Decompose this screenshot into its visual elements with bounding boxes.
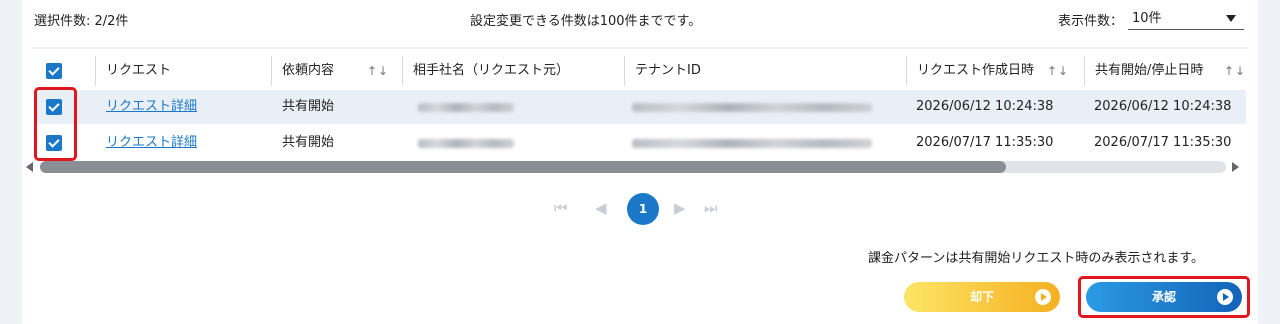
share-datetime: 2026/06/12 10:24:38 (1094, 99, 1232, 114)
display-count-label: 表示件数： (1058, 14, 1124, 29)
header-content-label: 依頼内容 (282, 63, 335, 78)
limit-notice: 設定変更できる件数は100件までです。 (470, 14, 702, 29)
chevron-down-icon (1226, 15, 1236, 22)
reject-label: 却下 (969, 290, 994, 304)
table-header: リクエスト 依頼内容 ↑↓ 相手社名（リクエスト元） テナントID リクエスト作… (34, 56, 1246, 86)
billing-note: 課金パターンは共有開始リクエスト時のみ表示されます。 (868, 251, 1205, 266)
created-datetime: 2026/06/12 10:24:38 (916, 99, 1054, 114)
request-panel: 選択件数: 2/2件 設定変更できる件数は100件までです。 表示件数： 10件… (22, 0, 1258, 324)
scrollbar-thumb[interactable] (40, 161, 1006, 173)
request-detail-link[interactable]: リクエスト詳細 (106, 99, 197, 114)
approve-button-highlight (1078, 276, 1250, 318)
request-content: 共有開始 (282, 99, 335, 114)
sort-created-icon[interactable]: ↑↓ (1047, 56, 1069, 86)
scroll-left-arrow-icon[interactable] (26, 162, 33, 172)
sort-share-icon[interactable]: ↑↓ (1224, 56, 1246, 86)
last-page-icon[interactable]: ⏭ (704, 198, 718, 218)
redacted-tenant (632, 103, 872, 112)
prev-page-icon[interactable]: ◀ (595, 198, 607, 218)
select-all-checkbox[interactable] (46, 63, 62, 79)
reject-button[interactable]: 却下 (904, 282, 1060, 312)
scroll-right-arrow-icon[interactable] (1232, 162, 1239, 172)
request-detail-link[interactable]: リクエスト詳細 (106, 135, 197, 150)
header-share-label: 共有開始/停止日時 (1095, 63, 1204, 78)
display-count-select[interactable]: 10件 (1128, 8, 1244, 30)
share-datetime: 2026/07/17 11:35:30 (1094, 135, 1232, 150)
table-row: リクエスト詳細 共有開始 2026/07/17 11:35:30 2026/07… (34, 126, 1246, 160)
redacted-partner (418, 139, 514, 148)
redacted-partner (418, 103, 514, 112)
row-checkbox-highlight (34, 87, 77, 161)
created-datetime: 2026/07/17 11:35:30 (916, 135, 1054, 150)
play-circle-icon (1035, 289, 1051, 305)
next-page-icon[interactable]: ▶ (674, 198, 686, 218)
request-content: 共有開始 (282, 135, 335, 150)
redacted-tenant (632, 139, 872, 148)
selected-count: 選択件数: 2/2件 (34, 14, 129, 29)
page-1-button[interactable]: 1 (627, 193, 659, 225)
table-row: リクエスト詳細 共有開始 2026/06/12 10:24:38 2026/06… (34, 90, 1246, 124)
header-partner: 相手社名（リクエスト元） (402, 56, 624, 86)
divider (32, 47, 1248, 49)
header-tenant: テナントID (624, 56, 904, 86)
header-share[interactable]: 共有開始/停止日時 (1084, 56, 1246, 86)
display-count-value: 10件 (1132, 11, 1162, 26)
sort-content-icon[interactable]: ↑↓ (367, 56, 389, 86)
header-request: リクエスト (95, 56, 270, 86)
first-page-icon[interactable]: ⏮ (554, 198, 568, 218)
header-created-label: リクエスト作成日時 (917, 63, 1035, 78)
